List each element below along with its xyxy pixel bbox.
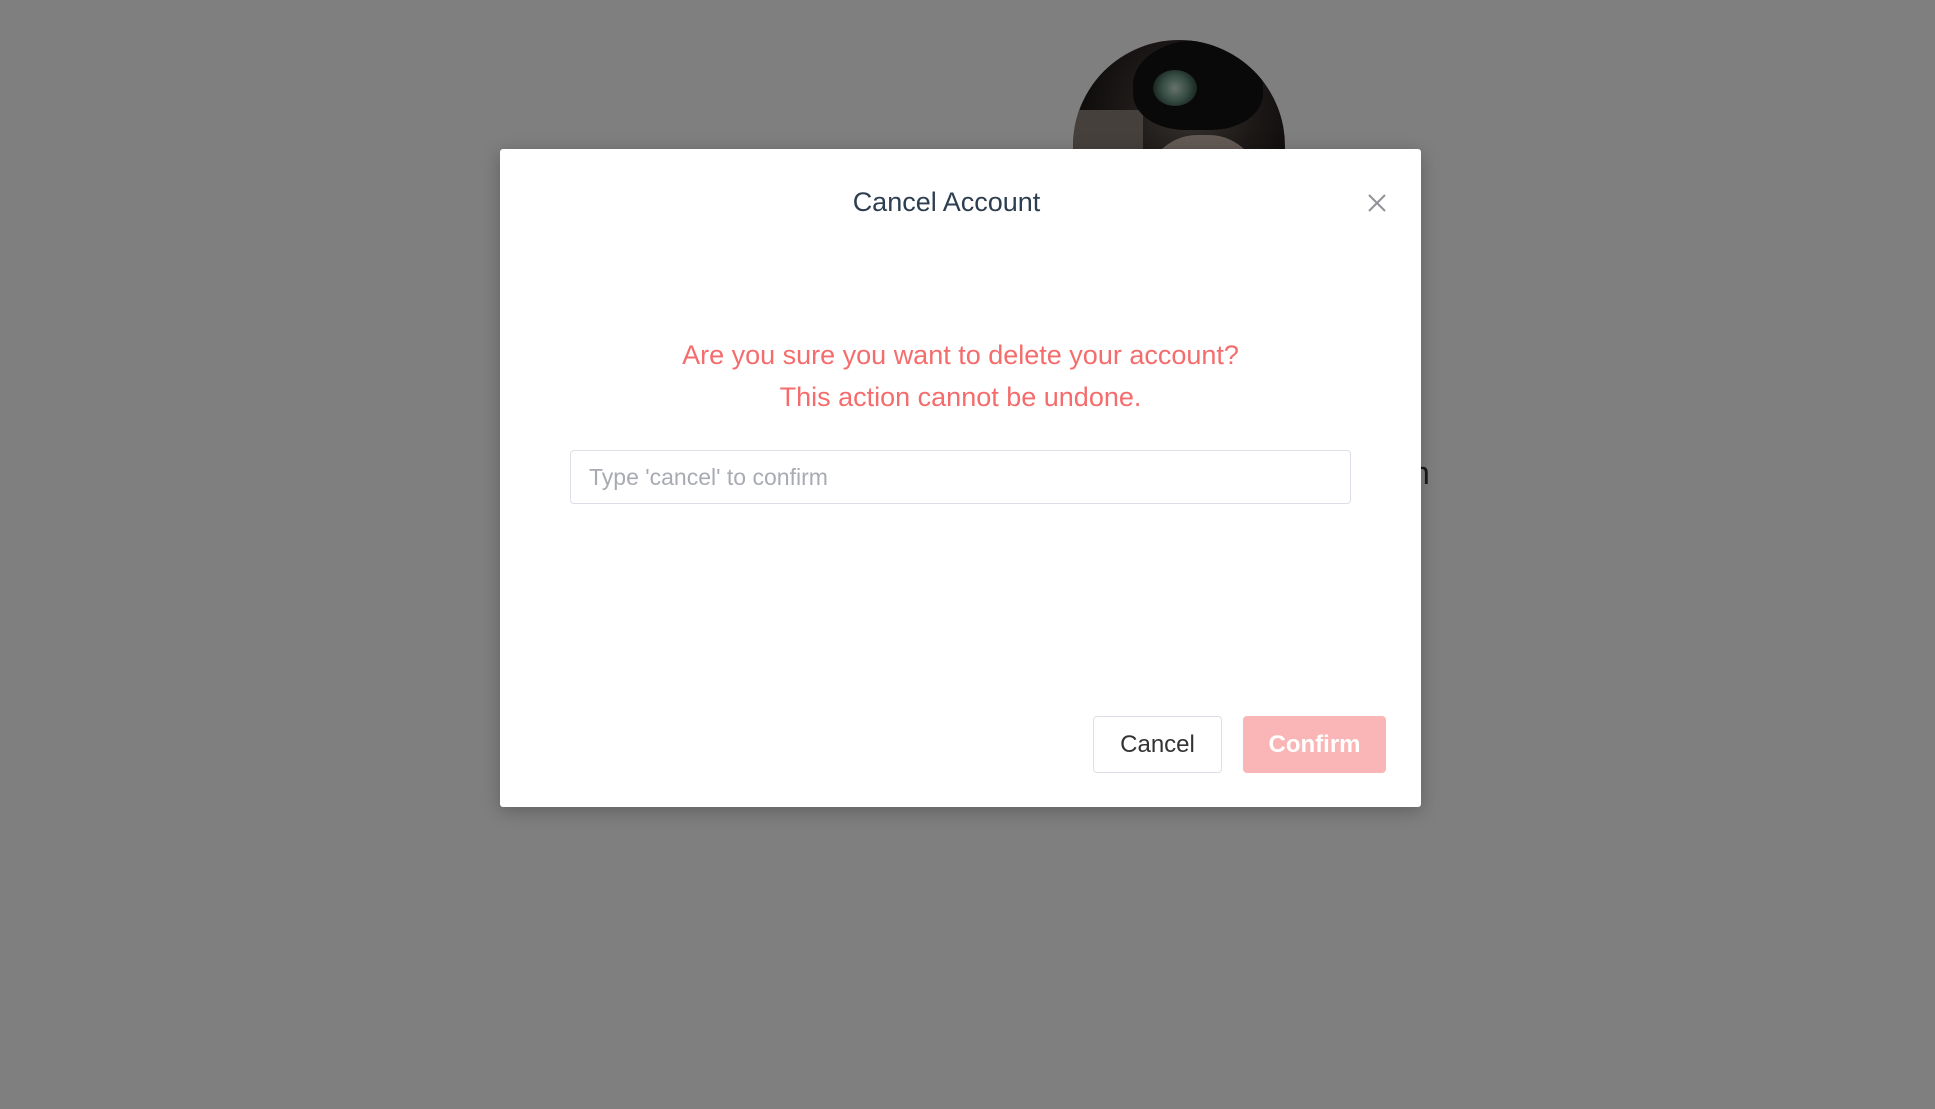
cancel-button[interactable]: Cancel bbox=[1093, 716, 1222, 773]
warning-line-1: Are you sure you want to delete your acc… bbox=[682, 340, 1239, 370]
warning-line-2: This action cannot be undone. bbox=[779, 382, 1142, 412]
confirm-text-input[interactable] bbox=[570, 450, 1351, 504]
confirm-button[interactable]: Confirm bbox=[1243, 716, 1386, 773]
cancel-account-dialog: Cancel Account Are you sure you want to … bbox=[500, 149, 1421, 807]
close-icon bbox=[1368, 194, 1386, 212]
page: n Cancel Account Are you sure you want t… bbox=[0, 0, 1935, 1109]
close-button[interactable] bbox=[1363, 189, 1391, 217]
dialog-title: Cancel Account bbox=[852, 187, 1041, 217]
delete-warning: Are you sure you want to delete your acc… bbox=[500, 334, 1421, 418]
